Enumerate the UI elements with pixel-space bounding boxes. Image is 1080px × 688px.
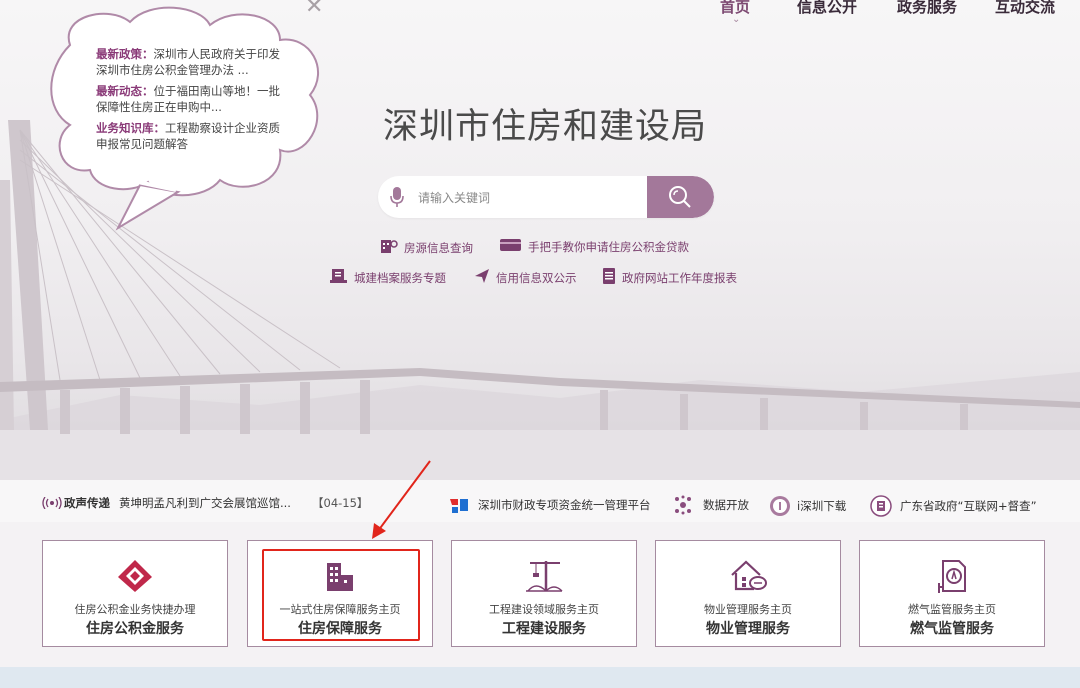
- hero-banner: ✕ 最新政策：深圳市人民政府关于印发深圳市住房公积金管理办法 ... 最新动态：…: [0, 0, 1080, 480]
- card-property[interactable]: 物业管理服务主页 物业管理服务: [655, 540, 841, 647]
- ticker-bar: 政声传递 黄坤明孟凡利到广交会展馆巡馆... 【04-15】 深圳市财政专项资金…: [0, 480, 1080, 522]
- ticker-headline[interactable]: 黄坤明孟凡利到广交会展馆巡馆...: [119, 495, 291, 511]
- card-icon: [500, 238, 522, 255]
- construction-crane-icon: [452, 559, 636, 593]
- quick-link-annual-report[interactable]: 政府网站工作年度报表: [602, 268, 737, 287]
- paper-plane-icon: [474, 268, 490, 287]
- housing-fund-icon: [43, 559, 227, 593]
- nav-gov-services[interactable]: 政务服务: [897, 0, 957, 17]
- i-shenzhen-icon: [770, 496, 790, 516]
- gas-supervision-icon: [860, 559, 1044, 593]
- card-housing-fund[interactable]: 住房公积金业务快捷办理 住房公积金服务: [42, 540, 228, 647]
- quick-link-housing-query[interactable]: 房源信息查询: [380, 238, 473, 257]
- service-cards: 住房公积金业务快捷办理 住房公积金服务 一站式住房保障服务主页 住房保障服务 工…: [0, 522, 1080, 667]
- nav-info-disclosure[interactable]: 信息公开: [797, 0, 857, 17]
- close-icon[interactable]: ✕: [305, 0, 323, 19]
- footer-strip: [0, 667, 1080, 688]
- search-button[interactable]: [647, 176, 714, 218]
- finance-platform-icon: [450, 499, 468, 513]
- document-icon: [602, 268, 616, 287]
- property-management-icon: [656, 559, 840, 593]
- search-bar: [378, 176, 714, 218]
- page-title: 深圳市住房和建设局: [382, 107, 707, 147]
- search-icon: [669, 186, 691, 208]
- data-open-icon: [675, 495, 691, 515]
- archive-icon: [330, 268, 348, 287]
- highlight-box: [262, 549, 420, 641]
- link-guangdong-gov[interactable]: 广东省政府“互联网+督查”: [870, 495, 1037, 517]
- guangdong-gov-icon: [870, 495, 892, 517]
- quick-link-archive[interactable]: 城建档案服务专题: [330, 268, 446, 287]
- bubble-item[interactable]: 最新政策：深圳市人民政府关于印发深圳市住房公积金管理办法 ...: [96, 46, 282, 78]
- quick-link-credit[interactable]: 信用信息双公示: [474, 268, 577, 287]
- chevron-down-icon: ⌄: [732, 14, 741, 25]
- link-finance-platform[interactable]: 深圳市财政专项资金统一管理平台: [448, 495, 651, 515]
- nav-interaction[interactable]: 互动交流: [995, 0, 1055, 17]
- link-data-open[interactable]: 数据开放: [673, 495, 749, 515]
- quick-link-fund-loan[interactable]: 手把手教你申请住房公积金贷款: [500, 238, 689, 255]
- building-search-icon: [380, 238, 398, 257]
- ticker-label: 政声传递: [42, 495, 110, 511]
- link-i-shenzhen[interactable]: i深圳下载: [769, 495, 846, 517]
- search-input[interactable]: [416, 186, 670, 210]
- card-gas[interactable]: 燃气监管服务主页 燃气监管服务: [859, 540, 1045, 647]
- card-construction[interactable]: 工程建设领域服务主页 工程建设服务: [451, 540, 637, 647]
- annotation-arrow: [372, 460, 431, 539]
- broadcast-icon: [42, 497, 62, 509]
- microphone-icon[interactable]: [390, 186, 404, 212]
